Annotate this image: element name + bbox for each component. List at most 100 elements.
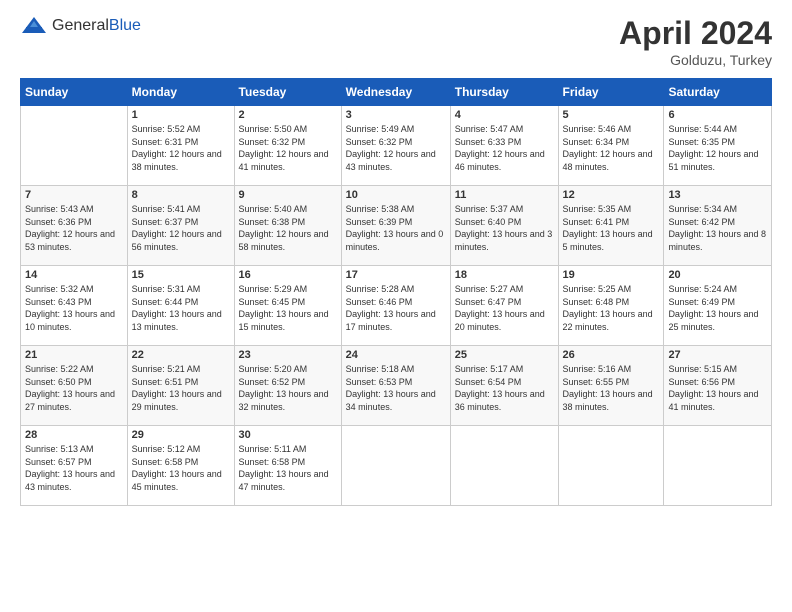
day-info: Sunrise: 5:52 AMSunset: 6:31 PMDaylight:… (132, 123, 230, 173)
table-cell: 21Sunrise: 5:22 AMSunset: 6:50 PMDayligh… (21, 346, 128, 426)
header-friday: Friday (558, 79, 664, 106)
header-tuesday: Tuesday (234, 79, 341, 106)
day-number: 27 (668, 349, 767, 361)
table-cell: 7 Sunrise: 5:43 AMSunset: 6:36 PMDaylight… (21, 186, 128, 266)
table-cell: 6Sunrise: 5:44 AMSunset: 6:35 PMDaylight… (664, 106, 772, 186)
day-info: Sunrise: 5:13 AMSunset: 6:57 PMDaylight:… (25, 443, 123, 493)
day-info: Sunrise: 5:40 AMSunset: 6:38 PMDaylight:… (239, 203, 337, 253)
day-number: 16 (239, 269, 337, 281)
table-cell: 5 Sunrise: 5:46 AMSunset: 6:34 PMDaylight… (558, 106, 664, 186)
week-row-5: 28 Sunrise: 5:13 AMSunset: 6:57 PMDayligh… (21, 426, 772, 506)
title-location: Golduzu, Turkey (619, 52, 772, 68)
table-cell: 17 Sunrise: 5:28 AMSunset: 6:46 PMDayligh… (341, 266, 450, 346)
weekday-header-row: Sunday Monday Tuesday Wednesday Thursday… (21, 79, 772, 106)
logo: GeneralBlue (20, 15, 141, 37)
table-cell: 9 Sunrise: 5:40 AMSunset: 6:38 PMDaylight… (234, 186, 341, 266)
title-month-year: April 2024 (619, 15, 772, 52)
day-info: Sunrise: 5:17 AMSunset: 6:54 PMDaylight:… (455, 363, 554, 413)
table-cell: 19 Sunrise: 5:25 AMSunset: 6:48 PMDayligh… (558, 266, 664, 346)
day-info: Sunrise: 5:37 AMSunset: 6:40 PMDaylight:… (455, 203, 554, 253)
day-number: 24 (346, 349, 446, 361)
table-cell: 15 Sunrise: 5:31 AMSunset: 6:44 PMDayligh… (127, 266, 234, 346)
week-row-1: 1 Sunrise: 5:52 AMSunset: 6:31 PMDaylight… (21, 106, 772, 186)
day-number: 3 (346, 109, 446, 121)
day-info: Sunrise: 5:46 AMSunset: 6:34 PMDaylight:… (563, 123, 660, 173)
table-cell: 26Sunrise: 5:16 AMSunset: 6:55 PMDayligh… (558, 346, 664, 426)
day-number: 7 (25, 189, 123, 201)
table-cell: 3 Sunrise: 5:49 AMSunset: 6:32 PMDaylight… (341, 106, 450, 186)
table-cell: 29Sunrise: 5:12 AMSunset: 6:58 PMDayligh… (127, 426, 234, 506)
day-number: 21 (25, 349, 123, 361)
day-info: Sunrise: 5:25 AMSunset: 6:48 PMDaylight:… (563, 283, 660, 333)
week-row-4: 21Sunrise: 5:22 AMSunset: 6:50 PMDayligh… (21, 346, 772, 426)
day-info: Sunrise: 5:50 AMSunset: 6:32 PMDaylight:… (239, 123, 337, 173)
day-number: 12 (563, 189, 660, 201)
table-cell: 22Sunrise: 5:21 AMSunset: 6:51 PMDayligh… (127, 346, 234, 426)
day-number: 13 (668, 189, 767, 201)
day-info: Sunrise: 5:29 AMSunset: 6:45 PMDaylight:… (239, 283, 337, 333)
table-cell (21, 106, 128, 186)
day-info: Sunrise: 5:15 AMSunset: 6:56 PMDaylight:… (668, 363, 767, 413)
day-number: 2 (239, 109, 337, 121)
calendar-page: GeneralBlue April 2024 Golduzu, Turkey S… (0, 0, 792, 612)
day-info: Sunrise: 5:24 AMSunset: 6:49 PMDaylight:… (668, 283, 767, 333)
header-monday: Monday (127, 79, 234, 106)
day-info: Sunrise: 5:43 AMSunset: 6:36 PMDaylight:… (25, 203, 123, 253)
day-number: 8 (132, 189, 230, 201)
day-info: Sunrise: 5:20 AMSunset: 6:52 PMDaylight:… (239, 363, 337, 413)
table-cell: 2 Sunrise: 5:50 AMSunset: 6:32 PMDaylight… (234, 106, 341, 186)
day-info: Sunrise: 5:44 AMSunset: 6:35 PMDaylight:… (668, 123, 767, 173)
header-sunday: Sunday (21, 79, 128, 106)
day-number: 1 (132, 109, 230, 121)
day-info: Sunrise: 5:27 AMSunset: 6:47 PMDaylight:… (455, 283, 554, 333)
table-cell: 8 Sunrise: 5:41 AMSunset: 6:37 PMDaylight… (127, 186, 234, 266)
day-number: 28 (25, 429, 123, 441)
day-number: 22 (132, 349, 230, 361)
day-number: 14 (25, 269, 123, 281)
table-cell: 18 Sunrise: 5:27 AMSunset: 6:47 PMDayligh… (450, 266, 558, 346)
day-number: 4 (455, 109, 554, 121)
table-cell: 27 Sunrise: 5:15 AMSunset: 6:56 PMDayligh… (664, 346, 772, 426)
day-info: Sunrise: 5:18 AMSunset: 6:53 PMDaylight:… (346, 363, 446, 413)
table-cell (558, 426, 664, 506)
day-info: Sunrise: 5:31 AMSunset: 6:44 PMDaylight:… (132, 283, 230, 333)
day-info: Sunrise: 5:41 AMSunset: 6:37 PMDaylight:… (132, 203, 230, 253)
day-number: 20 (668, 269, 767, 281)
header-wednesday: Wednesday (341, 79, 450, 106)
table-cell: 25Sunrise: 5:17 AMSunset: 6:54 PMDayligh… (450, 346, 558, 426)
table-cell: 30Sunrise: 5:11 AMSunset: 6:58 PMDayligh… (234, 426, 341, 506)
logo-general: General (52, 17, 109, 34)
logo-text: GeneralBlue (52, 17, 141, 35)
logo-icon (20, 15, 48, 37)
table-cell: 1 Sunrise: 5:52 AMSunset: 6:31 PMDaylight… (127, 106, 234, 186)
table-cell: 10Sunrise: 5:38 AMSunset: 6:39 PMDayligh… (341, 186, 450, 266)
table-cell (450, 426, 558, 506)
day-info: Sunrise: 5:47 AMSunset: 6:33 PMDaylight:… (455, 123, 554, 173)
day-info: Sunrise: 5:28 AMSunset: 6:46 PMDaylight:… (346, 283, 446, 333)
day-info: Sunrise: 5:32 AMSunset: 6:43 PMDaylight:… (25, 283, 123, 333)
header: GeneralBlue April 2024 Golduzu, Turkey (20, 15, 772, 68)
table-cell: 16 Sunrise: 5:29 AMSunset: 6:45 PMDayligh… (234, 266, 341, 346)
table-cell (664, 426, 772, 506)
day-number: 19 (563, 269, 660, 281)
day-info: Sunrise: 5:49 AMSunset: 6:32 PMDaylight:… (346, 123, 446, 173)
table-cell: 11Sunrise: 5:37 AMSunset: 6:40 PMDayligh… (450, 186, 558, 266)
day-number: 17 (346, 269, 446, 281)
day-info: Sunrise: 5:12 AMSunset: 6:58 PMDaylight:… (132, 443, 230, 493)
day-number: 5 (563, 109, 660, 121)
day-number: 23 (239, 349, 337, 361)
day-info: Sunrise: 5:34 AMSunset: 6:42 PMDaylight:… (668, 203, 767, 253)
day-number: 15 (132, 269, 230, 281)
week-row-2: 7 Sunrise: 5:43 AMSunset: 6:36 PMDaylight… (21, 186, 772, 266)
calendar-table: Sunday Monday Tuesday Wednesday Thursday… (20, 78, 772, 506)
table-cell: 4 Sunrise: 5:47 AMSunset: 6:33 PMDaylight… (450, 106, 558, 186)
day-info: Sunrise: 5:35 AMSunset: 6:41 PMDaylight:… (563, 203, 660, 253)
logo-blue: Blue (109, 17, 141, 34)
day-number: 9 (239, 189, 337, 201)
table-cell (341, 426, 450, 506)
title-block: April 2024 Golduzu, Turkey (619, 15, 772, 68)
header-saturday: Saturday (664, 79, 772, 106)
table-cell: 24 Sunrise: 5:18 AMSunset: 6:53 PMDayligh… (341, 346, 450, 426)
day-number: 30 (239, 429, 337, 441)
day-number: 18 (455, 269, 554, 281)
